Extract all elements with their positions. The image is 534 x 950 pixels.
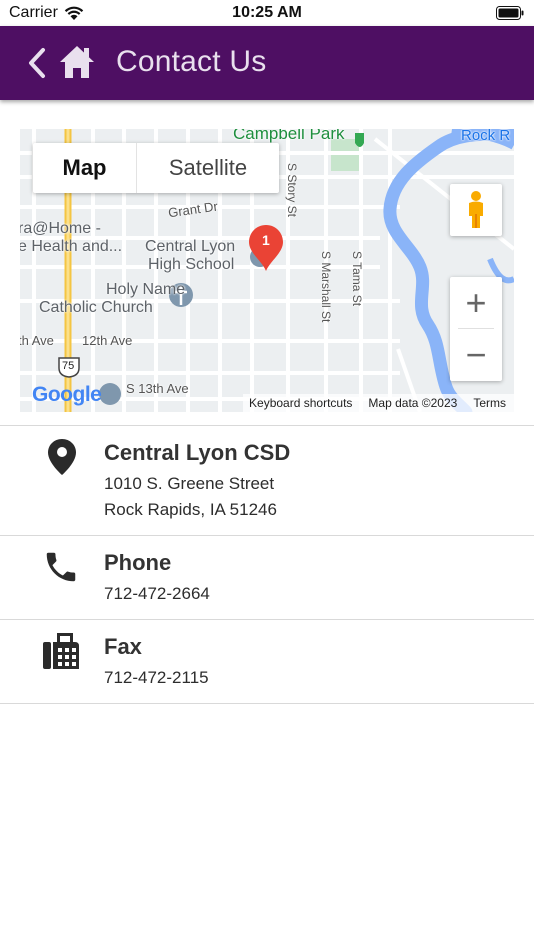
map-label-th-ave: th Ave bbox=[20, 333, 54, 348]
terms-link[interactable]: Terms bbox=[473, 394, 506, 412]
map-label-12th-ave: 12th Ave bbox=[82, 333, 133, 348]
phone-title: Phone bbox=[104, 550, 172, 575]
fax-number[interactable]: 712-472-2115 bbox=[104, 668, 209, 688]
fax-icon bbox=[43, 633, 79, 669]
marker-number: 1 bbox=[262, 232, 270, 248]
divider bbox=[0, 703, 534, 704]
fax-title: Fax bbox=[104, 634, 142, 659]
map-label-central-lyon-1: Central Lyon bbox=[145, 238, 236, 255]
divider bbox=[0, 619, 534, 620]
address-line-2: Rock Rapids, IA 51246 bbox=[104, 500, 277, 519]
map-type-control: Map Satellite bbox=[33, 143, 279, 193]
keyboard-shortcuts-link[interactable]: Keyboard shortcuts bbox=[249, 394, 352, 412]
map-label-health-2: e Health and... bbox=[20, 238, 123, 255]
google-logo-text: Google bbox=[32, 383, 102, 406]
address-line-1: 1010 S. Greene Street bbox=[104, 474, 275, 493]
zoom-in-button[interactable]: + bbox=[450, 277, 502, 329]
map-type-satellite-button[interactable]: Satellite bbox=[137, 143, 279, 193]
zoom-out-button[interactable]: − bbox=[450, 329, 502, 381]
address-title: Central Lyon CSD bbox=[104, 440, 291, 465]
street-view-button[interactable] bbox=[450, 184, 502, 236]
map-data-attribution: Map data ©2023 bbox=[368, 396, 458, 410]
map-label-s-story-st: S Story St bbox=[285, 163, 299, 218]
battery-icon bbox=[496, 6, 524, 20]
map-label-central-lyon-2: High School bbox=[148, 256, 235, 273]
pegman-icon bbox=[469, 191, 483, 228]
map-footer: Keyboard shortcuts Map data ©2023 Terms bbox=[243, 394, 514, 412]
google-logo: Google bbox=[32, 383, 102, 407]
page-title: Contact Us bbox=[116, 45, 267, 78]
divider bbox=[0, 535, 534, 536]
status-time: 10:25 AM bbox=[232, 4, 302, 21]
zoom-separator bbox=[458, 328, 494, 329]
status-bar: Carrier 10:25 AM bbox=[0, 0, 534, 26]
zoom-control: + − bbox=[450, 277, 502, 381]
map-label-s-13th-ave: S 13th Ave bbox=[126, 381, 189, 396]
map-label-rock: Rock R bbox=[461, 129, 511, 144]
map-label-holy-name-1: Holy Name bbox=[106, 281, 186, 298]
map-label-campbell-park: Campbell Park bbox=[233, 129, 345, 143]
map-view[interactable]: 75 Campbell Park Rock R Grant Dr S Story… bbox=[20, 129, 514, 412]
phone-icon bbox=[46, 552, 76, 582]
chevron-left-icon[interactable] bbox=[24, 46, 50, 80]
location-pin-icon bbox=[48, 439, 76, 475]
nav-bar: Contact Us bbox=[0, 26, 534, 100]
divider bbox=[0, 425, 534, 426]
phone-number[interactable]: 712-472-2664 bbox=[104, 584, 210, 604]
map-label-health-1: ra@Home - bbox=[20, 220, 101, 237]
route-label: 75 bbox=[62, 360, 75, 372]
home-icon[interactable] bbox=[58, 44, 96, 80]
map-label-s-marshall-st: S Marshall St bbox=[319, 251, 333, 323]
map-label-holy-name-2: Catholic Church bbox=[39, 299, 153, 316]
map-label-s-tama-st: S Tama St bbox=[350, 251, 364, 307]
map-type-map-button[interactable]: Map bbox=[33, 143, 137, 193]
